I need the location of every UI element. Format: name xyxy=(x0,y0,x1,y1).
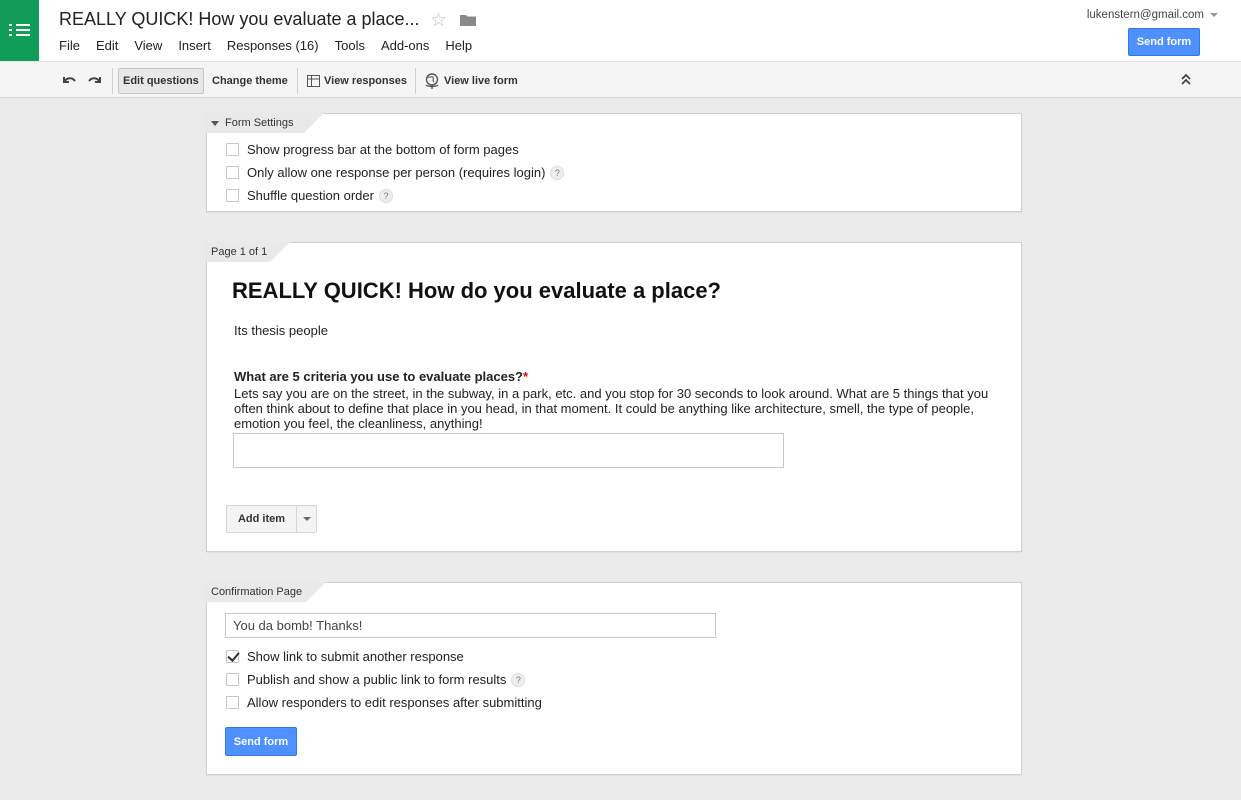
menu-file[interactable]: File xyxy=(59,38,80,53)
setting-label: Show progress bar at the bottom of form … xyxy=(247,142,519,157)
checkbox[interactable] xyxy=(226,189,239,202)
menu-insert[interactable]: Insert xyxy=(178,38,211,53)
document-title[interactable]: REALLY QUICK! How you evaluate a place..… xyxy=(59,9,420,30)
setting-one-response[interactable]: Only allow one response per person (requ… xyxy=(226,165,565,180)
form-settings-tab-label: Form Settings xyxy=(225,117,294,129)
checkbox[interactable] xyxy=(226,673,239,686)
option-label: Show link to submit another response xyxy=(247,649,464,664)
view-responses-label: View responses xyxy=(324,75,407,87)
form-settings-panel: Form Settings Show progress bar at the b… xyxy=(206,113,1022,212)
question-help-text: Lets say you are on the street, in the s… xyxy=(234,386,989,431)
setting-shuffle-order[interactable]: Shuffle question order ? xyxy=(226,188,393,203)
confirmation-tab: Confirmation Page xyxy=(206,582,326,602)
page-tab: Page 1 of 1 xyxy=(206,242,290,262)
menu-tools[interactable]: Tools xyxy=(335,38,365,53)
star-icon[interactable]: ☆ xyxy=(430,9,447,32)
change-theme-button[interactable]: Change theme xyxy=(208,68,292,94)
help-icon[interactable]: ? xyxy=(511,672,526,687)
setting-label: Shuffle question order xyxy=(247,188,374,203)
question-title-text: What are 5 criteria you use to evaluate … xyxy=(234,369,524,384)
menu-bar: File Edit View Insert Responses (16) Too… xyxy=(59,38,488,53)
answer-input[interactable] xyxy=(233,433,784,468)
form-settings-tab[interactable]: Form Settings xyxy=(206,113,324,133)
redo-icon[interactable] xyxy=(86,71,104,89)
grid-list-icon[interactable] xyxy=(0,0,39,61)
menu-add-ons[interactable]: Add-ons xyxy=(381,38,429,53)
checkbox[interactable] xyxy=(226,696,239,709)
menu-view[interactable]: View xyxy=(134,38,162,53)
page-panel: Page 1 of 1 REALLY QUICK! How do you eva… xyxy=(206,242,1022,552)
required-mark: * xyxy=(523,369,529,384)
menu-responses[interactable]: Responses (16) xyxy=(227,38,319,53)
confirmation-panel: Confirmation Page You da bomb! Thanks! S… xyxy=(206,582,1022,775)
globe-icon xyxy=(425,72,439,89)
app-header: REALLY QUICK! How you evaluate a place..… xyxy=(0,0,1241,62)
view-live-form-label: View live form xyxy=(444,75,518,87)
chevron-down-icon xyxy=(302,517,311,521)
send-form-button[interactable]: Send form xyxy=(1128,28,1200,56)
form-description[interactable]: Its thesis people xyxy=(234,323,328,338)
option-edit-responses[interactable]: Allow responders to edit responses after… xyxy=(226,695,542,710)
option-label: Allow responders to edit responses after… xyxy=(247,695,542,710)
checkbox[interactable] xyxy=(226,143,239,156)
double-chevron-up-icon[interactable] xyxy=(1179,72,1193,86)
account-email[interactable]: lukenstern@gmail.com xyxy=(1087,9,1218,21)
option-label: Publish and show a public link to form r… xyxy=(247,672,507,687)
checkbox[interactable] xyxy=(226,166,239,179)
table-icon xyxy=(307,75,320,87)
setting-progress-bar[interactable]: Show progress bar at the bottom of form … xyxy=(226,142,519,157)
caret-down-icon xyxy=(211,120,219,126)
menu-help[interactable]: Help xyxy=(445,38,472,53)
folder-icon[interactable] xyxy=(460,14,476,26)
toolbar: Edit questions Change theme View respons… xyxy=(0,61,1241,98)
view-responses-button[interactable]: View responses xyxy=(303,68,411,94)
option-publish-results[interactable]: Publish and show a public link to form r… xyxy=(226,672,526,687)
add-item-dropdown[interactable] xyxy=(297,506,316,532)
send-form-button[interactable]: Send form xyxy=(225,727,297,756)
question-title[interactable]: What are 5 criteria you use to evaluate … xyxy=(234,369,528,384)
form-title[interactable]: REALLY QUICK! How do you evaluate a plac… xyxy=(232,278,721,304)
edit-questions-button[interactable]: Edit questions xyxy=(118,68,204,94)
add-item-button[interactable]: Add item xyxy=(226,505,317,533)
option-submit-another[interactable]: Show link to submit another response xyxy=(226,649,464,664)
undo-icon[interactable] xyxy=(60,71,78,89)
confirmation-message-input[interactable]: You da bomb! Thanks! xyxy=(225,613,716,638)
setting-label: Only allow one response per person (requ… xyxy=(247,165,546,180)
add-item-label: Add item xyxy=(227,506,297,532)
help-icon[interactable]: ? xyxy=(550,165,565,180)
view-live-form-button[interactable]: View live form xyxy=(421,68,522,94)
help-icon[interactable]: ? xyxy=(378,188,393,203)
menu-edit[interactable]: Edit xyxy=(96,38,118,53)
checkbox[interactable] xyxy=(226,650,239,663)
